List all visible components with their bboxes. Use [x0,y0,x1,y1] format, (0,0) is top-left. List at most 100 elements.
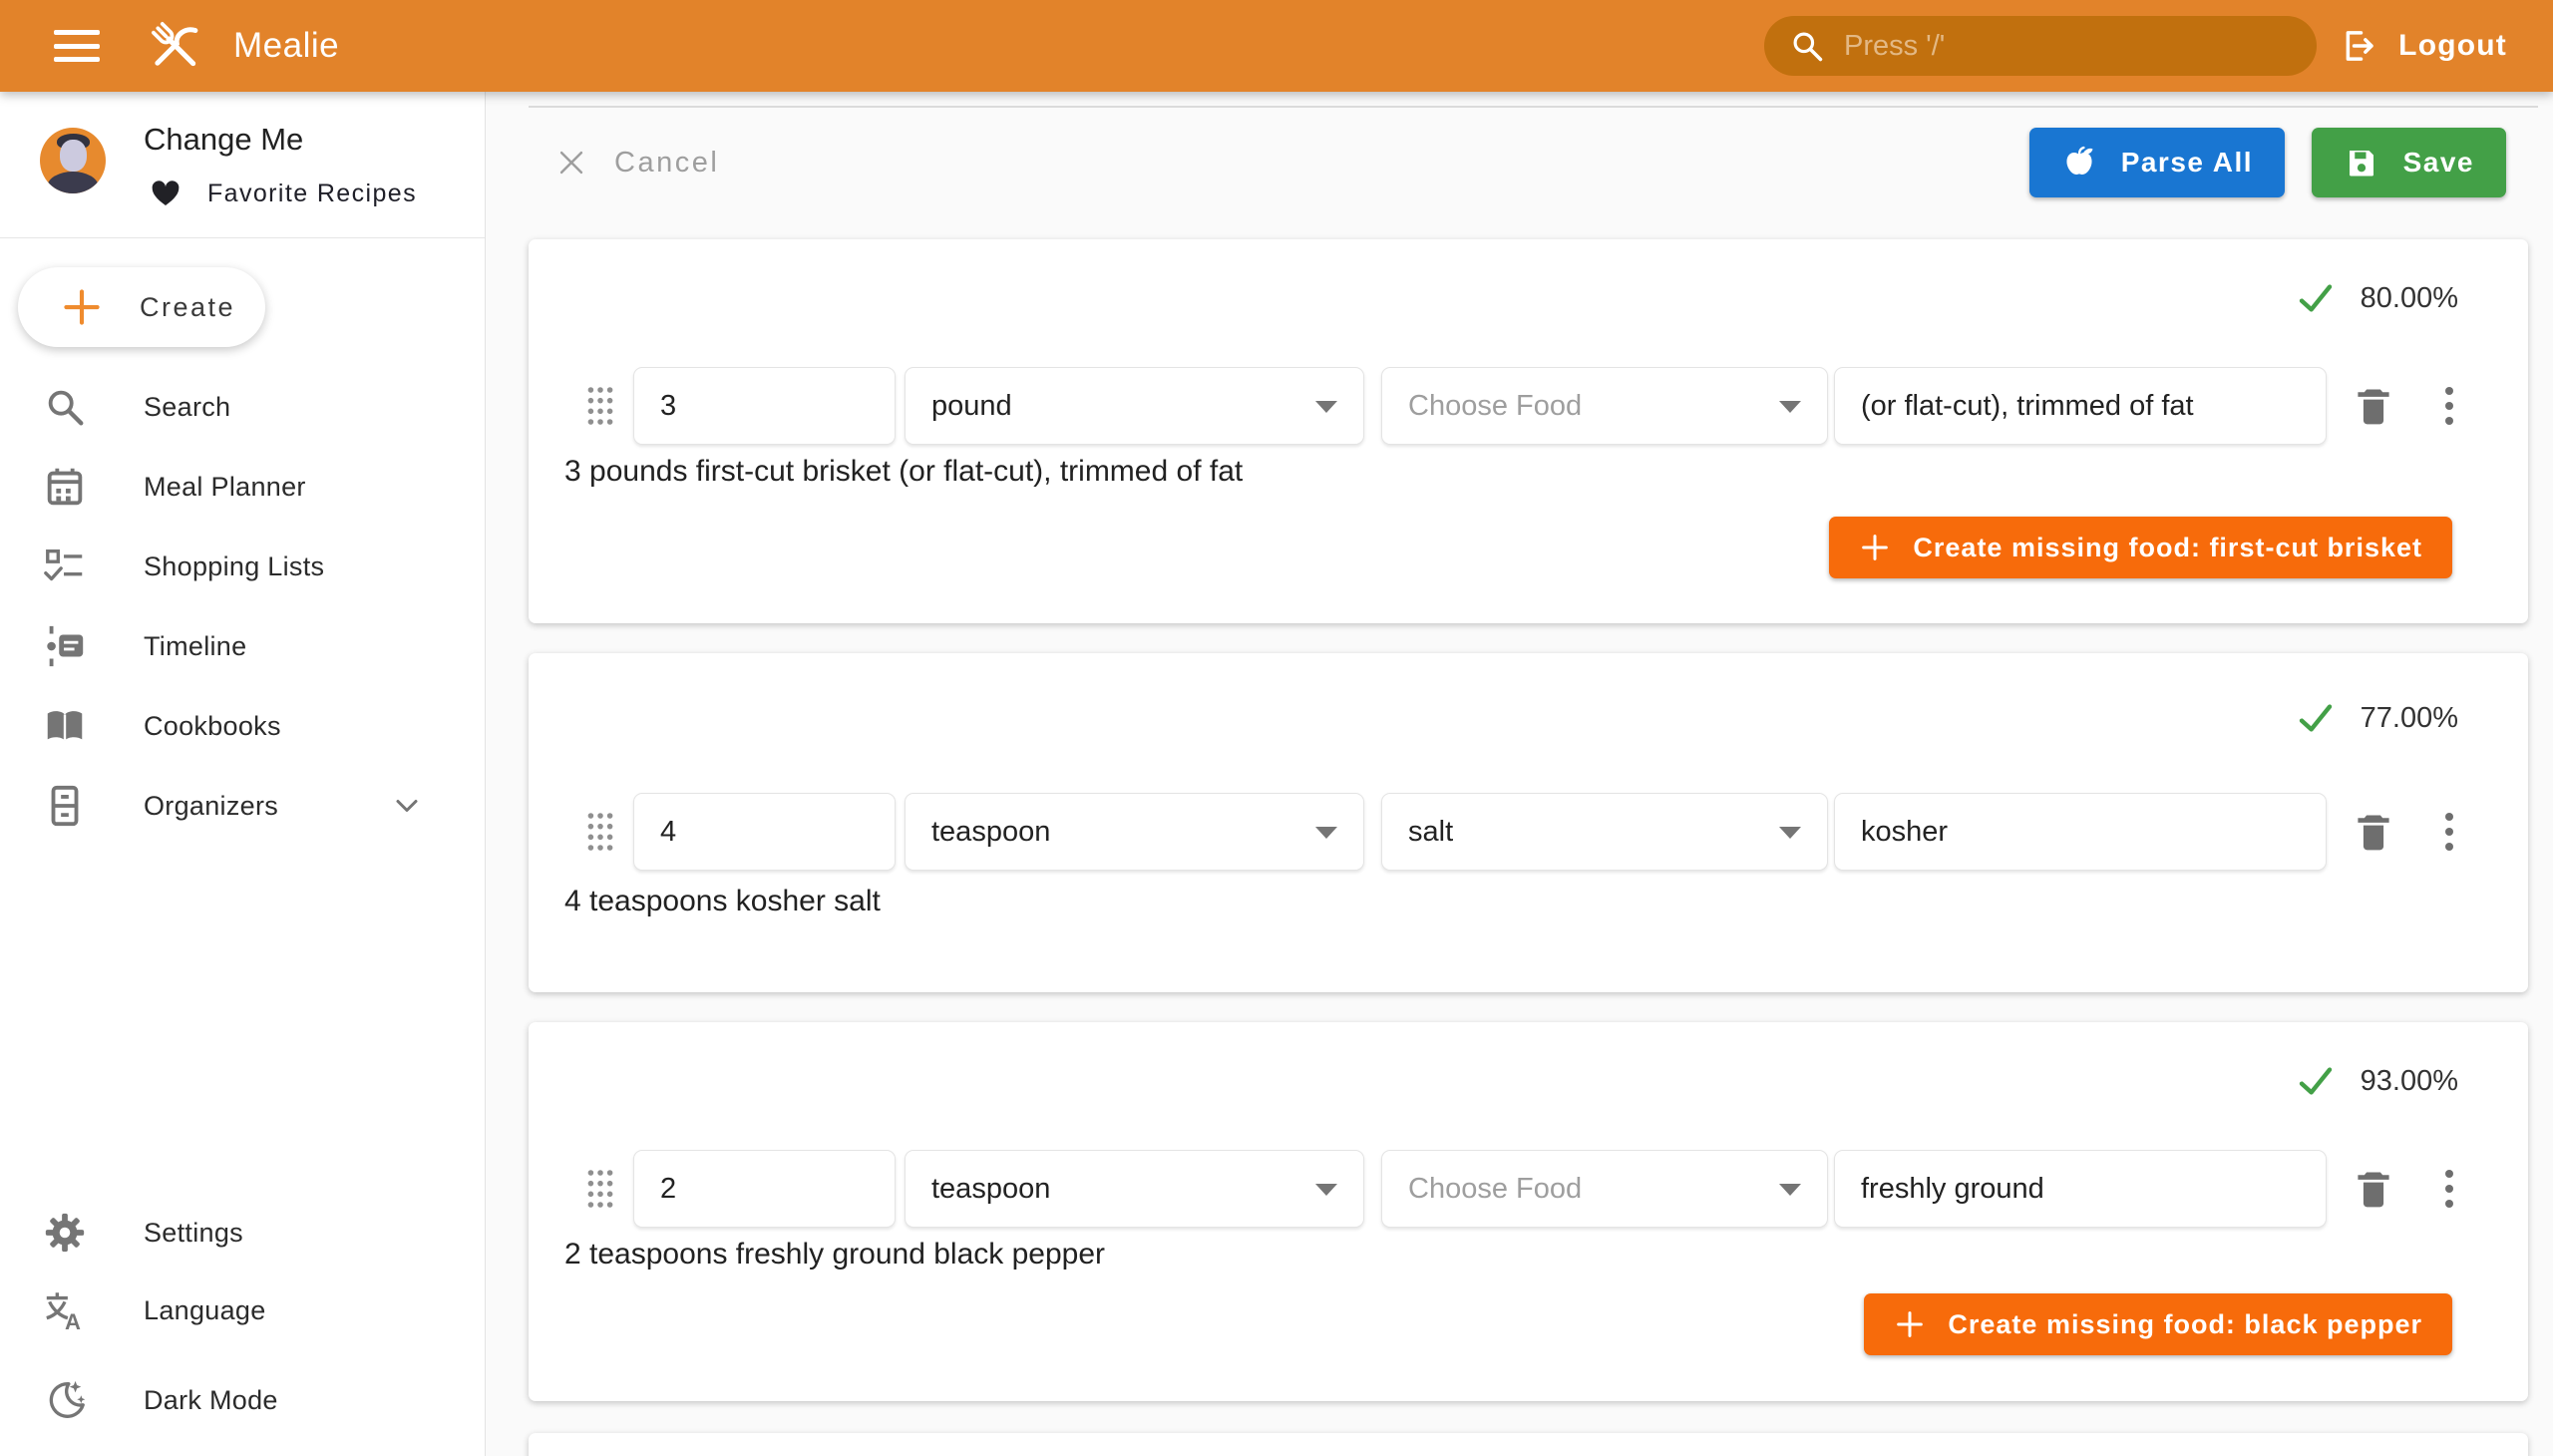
note-field[interactable] [1834,1150,2327,1228]
quantity-input[interactable] [660,816,869,849]
food-select[interactable]: salt [1381,793,1828,871]
profile-section: Change Me Favorite Recipes [0,120,485,237]
calendar-icon [42,464,88,510]
moon-stars-icon [42,1377,88,1423]
search-icon [1788,27,1826,65]
open-book-icon [42,703,88,749]
checklist-icon [42,544,88,589]
app-title: Mealie [233,26,339,66]
ingredient-card-3: 93.00% teaspoon Choose Food [529,1022,2528,1401]
apple-icon [2061,145,2097,181]
check-icon [2295,1060,2337,1102]
create-missing-food-button[interactable]: Create missing food: first-cut brisket [1829,517,2452,578]
caret-down-icon [1779,827,1801,839]
note-input[interactable] [1861,390,2300,423]
sidebar-item-dark-mode[interactable]: Dark Mode [0,1360,485,1440]
original-ingredient-text: 3 pounds first-cut brisket (or flat-cut)… [564,455,1243,489]
drag-handle-icon[interactable] [584,384,616,428]
trash-icon [2352,1165,2395,1213]
unit-select[interactable]: teaspoon [905,1150,1364,1228]
caret-down-icon [1779,1184,1801,1196]
food-select[interactable]: Choose Food [1381,367,1828,445]
sidebar-item-language[interactable]: Language [0,1271,485,1350]
sidebar-item-cookbooks[interactable]: Cookbooks [0,686,485,766]
quantity-field[interactable] [633,793,896,871]
close-icon [554,146,588,180]
global-search[interactable] [1764,16,2317,76]
sidebar-item-organizers[interactable]: Organizers [0,766,485,846]
create-button[interactable]: Create [18,267,265,347]
sidebar-item-timeline[interactable]: Timeline [0,606,485,686]
chevron-down-icon [389,788,425,824]
parser-toolbar: Cancel Parse All Save [529,128,2528,197]
floppy-save-icon [2344,145,2379,181]
delete-ingredient-button[interactable] [2352,1165,2395,1213]
confidence-value: 93.00% [2361,1065,2458,1098]
caret-down-icon [1315,827,1337,839]
drag-handle-icon[interactable] [584,810,616,854]
main-content: Cancel Parse All Save 80.00% pound [487,92,2553,1456]
mealie-logo-icon[interactable] [146,16,205,76]
quantity-field[interactable] [633,1150,896,1228]
more-options-button[interactable] [2439,808,2459,856]
sidebar-divider [0,237,485,238]
plus-icon [1859,532,1891,563]
create-label: Create [140,292,235,323]
create-missing-food-button[interactable]: Create missing food: black pepper [1864,1293,2452,1355]
note-input[interactable] [1861,816,2300,849]
delete-ingredient-button[interactable] [2352,382,2395,430]
magnifier-icon [42,384,88,430]
favorite-recipes-link[interactable]: Favorite Recipes [150,178,417,209]
confidence-indicator: 77.00% [2295,697,2458,739]
save-button[interactable]: Save [2312,128,2506,197]
cancel-button[interactable]: Cancel [554,128,719,197]
translate-icon [42,1287,88,1333]
sidebar: Change Me Favorite Recipes Create Search… [0,92,486,1456]
user-name[interactable]: Change Me [144,122,303,158]
trash-icon [2352,382,2395,430]
sidebar-item-shopping-lists[interactable]: Shopping Lists [0,527,485,606]
avatar[interactable] [40,128,106,193]
note-field[interactable] [1834,793,2327,871]
kebab-menu-icon [2439,1165,2459,1213]
food-select[interactable]: Choose Food [1381,1150,1828,1228]
caret-down-icon [1315,401,1337,413]
note-field[interactable] [1834,367,2327,445]
logout-label: Logout [2398,29,2507,63]
plus-icon [60,285,104,329]
note-input[interactable] [1861,1173,2300,1206]
more-options-button[interactable] [2439,1165,2459,1213]
quantity-field[interactable] [633,367,896,445]
kebab-menu-icon [2439,808,2459,856]
unit-select[interactable]: teaspoon [905,793,1364,871]
original-ingredient-text: 2 teaspoons freshly ground black pepper [564,1238,1105,1272]
kebab-menu-icon [2439,382,2459,430]
hamburger-menu-icon[interactable] [54,30,100,62]
check-icon [2295,697,2337,739]
ingredient-card-2: 77.00% teaspoon salt [529,653,2528,992]
unit-select[interactable]: pound [905,367,1364,445]
file-cabinet-icon [42,783,88,829]
sidebar-item-search[interactable]: Search [0,367,485,447]
parse-all-button[interactable]: Parse All [2029,128,2285,197]
logout-button[interactable]: Logout [2337,0,2507,92]
scrolled-content-edge [529,106,2538,108]
caret-down-icon [1779,401,1801,413]
confidence-value: 77.00% [2361,702,2458,735]
ingredient-card-1: 80.00% pound Choose Food [529,239,2528,623]
check-icon [2295,277,2337,319]
quantity-input[interactable] [660,1173,869,1206]
sidebar-item-meal-planner[interactable]: Meal Planner [0,447,485,527]
sidebar-item-settings[interactable]: Settings [0,1193,485,1273]
drag-handle-icon[interactable] [584,1167,616,1211]
caret-down-icon [1315,1184,1337,1196]
heart-icon [150,178,182,209]
quantity-input[interactable] [660,390,869,423]
more-options-button[interactable] [2439,382,2459,430]
favorite-recipes-label: Favorite Recipes [207,180,417,208]
timeline-icon [42,623,88,669]
plus-icon [1894,1308,1926,1340]
confidence-indicator: 80.00% [2295,277,2458,319]
search-input[interactable] [1844,30,2293,63]
delete-ingredient-button[interactable] [2352,808,2395,856]
